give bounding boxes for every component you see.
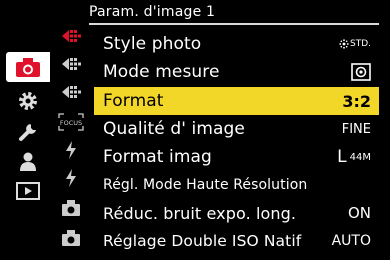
menu-item-value: STD. — [339, 39, 371, 49]
menu-item-reduc-bruit[interactable]: Réduc. bruit expo. long. ON — [94, 199, 379, 227]
camera-sub-icon — [62, 230, 80, 246]
flash-icon — [66, 141, 76, 159]
menu-item-label: Réglage Double ISO Natif — [103, 232, 302, 250]
sub-tab-1[interactable] — [54, 22, 88, 50]
sidebar-item-camera[interactable] — [6, 52, 50, 82]
menu-item-value: ON — [347, 204, 371, 222]
menu-item-value: FINE — [341, 121, 371, 137]
menu-item-value: 3:2 — [342, 91, 371, 111]
focus-icon: FOCUS — [58, 113, 84, 131]
menu-item-label: Mode mesure — [103, 62, 220, 82]
sub-tab-camera-1[interactable] — [54, 194, 88, 222]
sidebar — [6, 48, 50, 200]
tab-arrows-icon — [62, 86, 81, 98]
menu-item-label: Régl. Mode Haute Résolution — [103, 177, 308, 193]
menu-item-mode-mesure[interactable]: Mode mesure — [94, 58, 379, 86]
sub-tab-2[interactable] — [54, 50, 88, 78]
gear-icon — [19, 92, 37, 110]
metering-mode-icon — [351, 63, 371, 81]
playback-icon — [16, 182, 40, 200]
menu-item-haute-resolution[interactable]: Régl. Mode Haute Résolution — [94, 171, 379, 199]
sub-tab-focus[interactable]: FOCUS — [54, 108, 88, 136]
tab-arrows-icon — [62, 58, 81, 70]
menu-item-label: Réduc. bruit expo. long. — [103, 203, 297, 223]
menu-item-double-iso[interactable]: Réglage Double ISO Natif AUTO — [94, 227, 379, 255]
sub-tab-flash-1[interactable] — [54, 136, 88, 164]
sub-tab-camera-2[interactable] — [54, 224, 88, 252]
sub-tab-flash-2[interactable] — [54, 164, 88, 192]
photo-style-icon — [339, 39, 349, 49]
menu-item-value — [351, 63, 371, 81]
menu-item-label: Style photo — [103, 34, 202, 54]
sidebar-item-mymenu[interactable] — [6, 146, 50, 176]
menu-item-label: Format — [103, 91, 164, 111]
camera-icon — [16, 58, 40, 77]
menu-item-style-photo[interactable]: Style photo STD. — [94, 30, 379, 58]
sidebar-item-settings[interactable] — [6, 86, 50, 116]
menu-item-format-image[interactable]: Format imag L 44M — [94, 143, 379, 171]
svg-text:FOCUS: FOCUS — [60, 119, 82, 127]
sidebar-item-setup[interactable] — [6, 116, 50, 146]
menu-item-format[interactable]: Format 3:2 — [94, 87, 379, 115]
menu-item-value: AUTO — [331, 233, 371, 249]
person-icon — [20, 152, 36, 171]
page-title: Param. d'image 1 — [89, 4, 216, 20]
wrench-icon — [19, 124, 36, 141]
tab-arrows-icon — [62, 30, 81, 42]
menu-item-label: Format imag — [103, 147, 212, 167]
flash-icon — [66, 169, 76, 187]
sub-tab-3[interactable] — [54, 78, 88, 106]
menu-item-qualite-image[interactable]: Qualité d' image FINE — [94, 115, 379, 143]
menu-item-label: Qualité d' image — [103, 119, 245, 139]
camera-sub-icon — [62, 200, 80, 216]
menu-item-value: L 44M — [337, 147, 371, 167]
title-divider — [89, 23, 379, 25]
sidebar-item-playback[interactable] — [6, 176, 50, 206]
sub-tab-column: FOCUS — [54, 22, 88, 258]
